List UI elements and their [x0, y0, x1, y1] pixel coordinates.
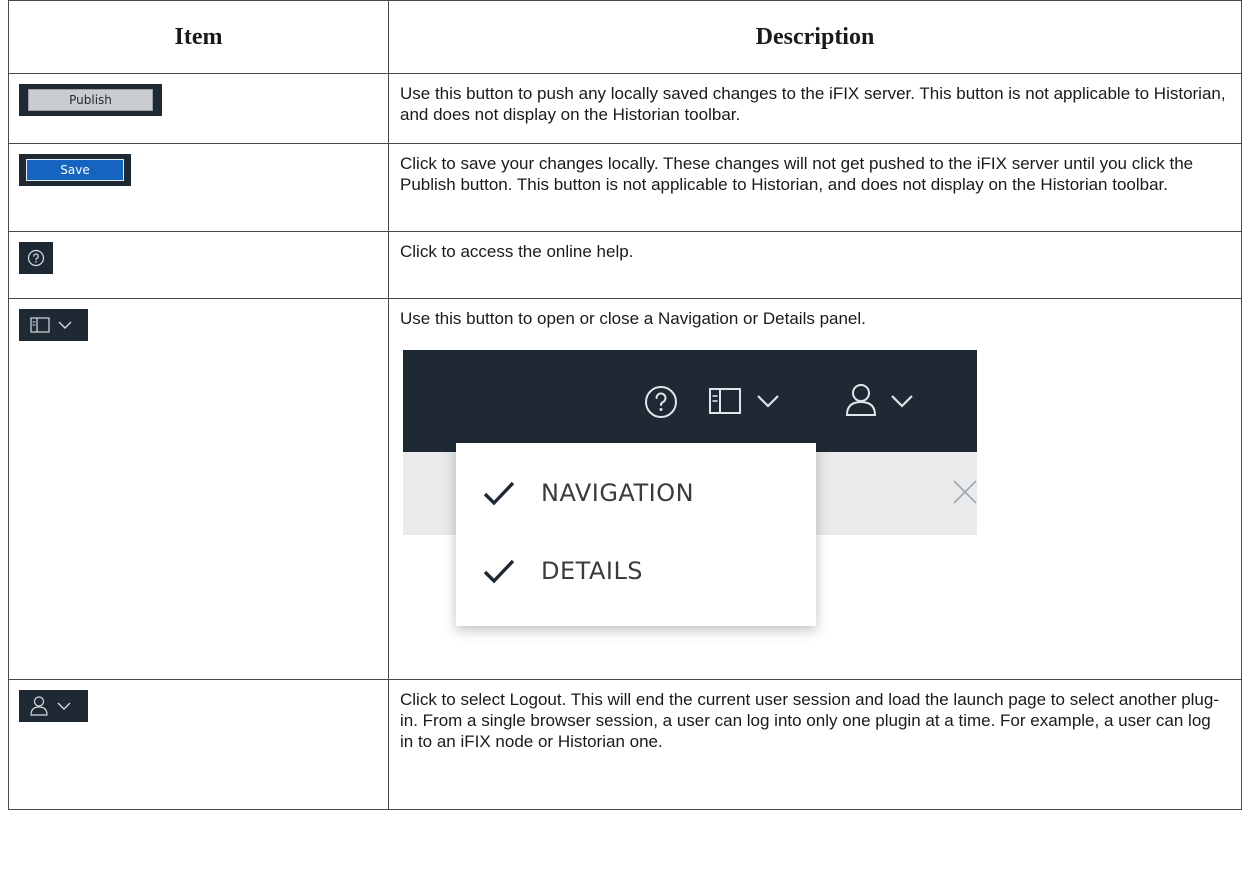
- screenshot-help-icon: [645, 386, 677, 418]
- publish-button: Publish: [28, 89, 153, 111]
- menu-item-label: NAVIGATION: [541, 478, 695, 507]
- item-cell: Publish: [8, 73, 389, 144]
- toolbar-screenshot: NAVIGATION DETAILS: [403, 350, 977, 646]
- item-cell: Save: [8, 143, 389, 232]
- table-row: Save Click to save your changes locally.…: [8, 143, 1242, 232]
- item-cell: [8, 298, 389, 680]
- table-header-row: Item Description: [8, 0, 1242, 74]
- description-text: Use this button to open or close a Navig…: [400, 309, 866, 328]
- panel-toggle-icon: [19, 309, 88, 341]
- description-cell: Use this button to push any locally save…: [388, 73, 1242, 144]
- screenshot-user-icon: [845, 384, 913, 416]
- item-cell: [8, 679, 389, 810]
- table-row: Use this button to open or close a Navig…: [8, 298, 1242, 680]
- description-cell: Use this button to open or close a Navig…: [388, 298, 1242, 680]
- column-header-item: Item: [8, 0, 389, 74]
- description-cell: Click to access the online help.: [388, 231, 1242, 299]
- publish-button-image: Publish: [19, 84, 162, 116]
- table-row: Click to select Logout. This will end th…: [8, 679, 1242, 810]
- description-cell: Click to select Logout. This will end th…: [388, 679, 1242, 810]
- menu-item-label: DETAILS: [541, 556, 644, 585]
- close-icon: [953, 480, 977, 504]
- save-button-image: Save: [19, 154, 131, 186]
- screenshot-panel-toggle-icon: [709, 388, 779, 414]
- description-cell: Click to save your changes locally. Thes…: [388, 143, 1242, 232]
- checkmark-icon: [483, 559, 515, 584]
- save-button: Save: [26, 159, 124, 181]
- help-icon: [19, 242, 53, 274]
- column-header-description: Description: [388, 0, 1242, 74]
- menu-item-navigation: NAVIGATION: [482, 473, 694, 513]
- panel-dropdown-menu: NAVIGATION DETAILS: [456, 443, 816, 626]
- table-row: Click to access the online help.: [8, 231, 1242, 299]
- menu-item-details: DETAILS: [482, 551, 643, 591]
- checkmark-icon: [483, 481, 515, 506]
- table-row: Publish Use this button to push any loca…: [8, 73, 1242, 144]
- reference-table: Item Description Publish Use this button…: [8, 0, 1242, 810]
- user-icon: [19, 690, 88, 722]
- item-cell: [8, 231, 389, 299]
